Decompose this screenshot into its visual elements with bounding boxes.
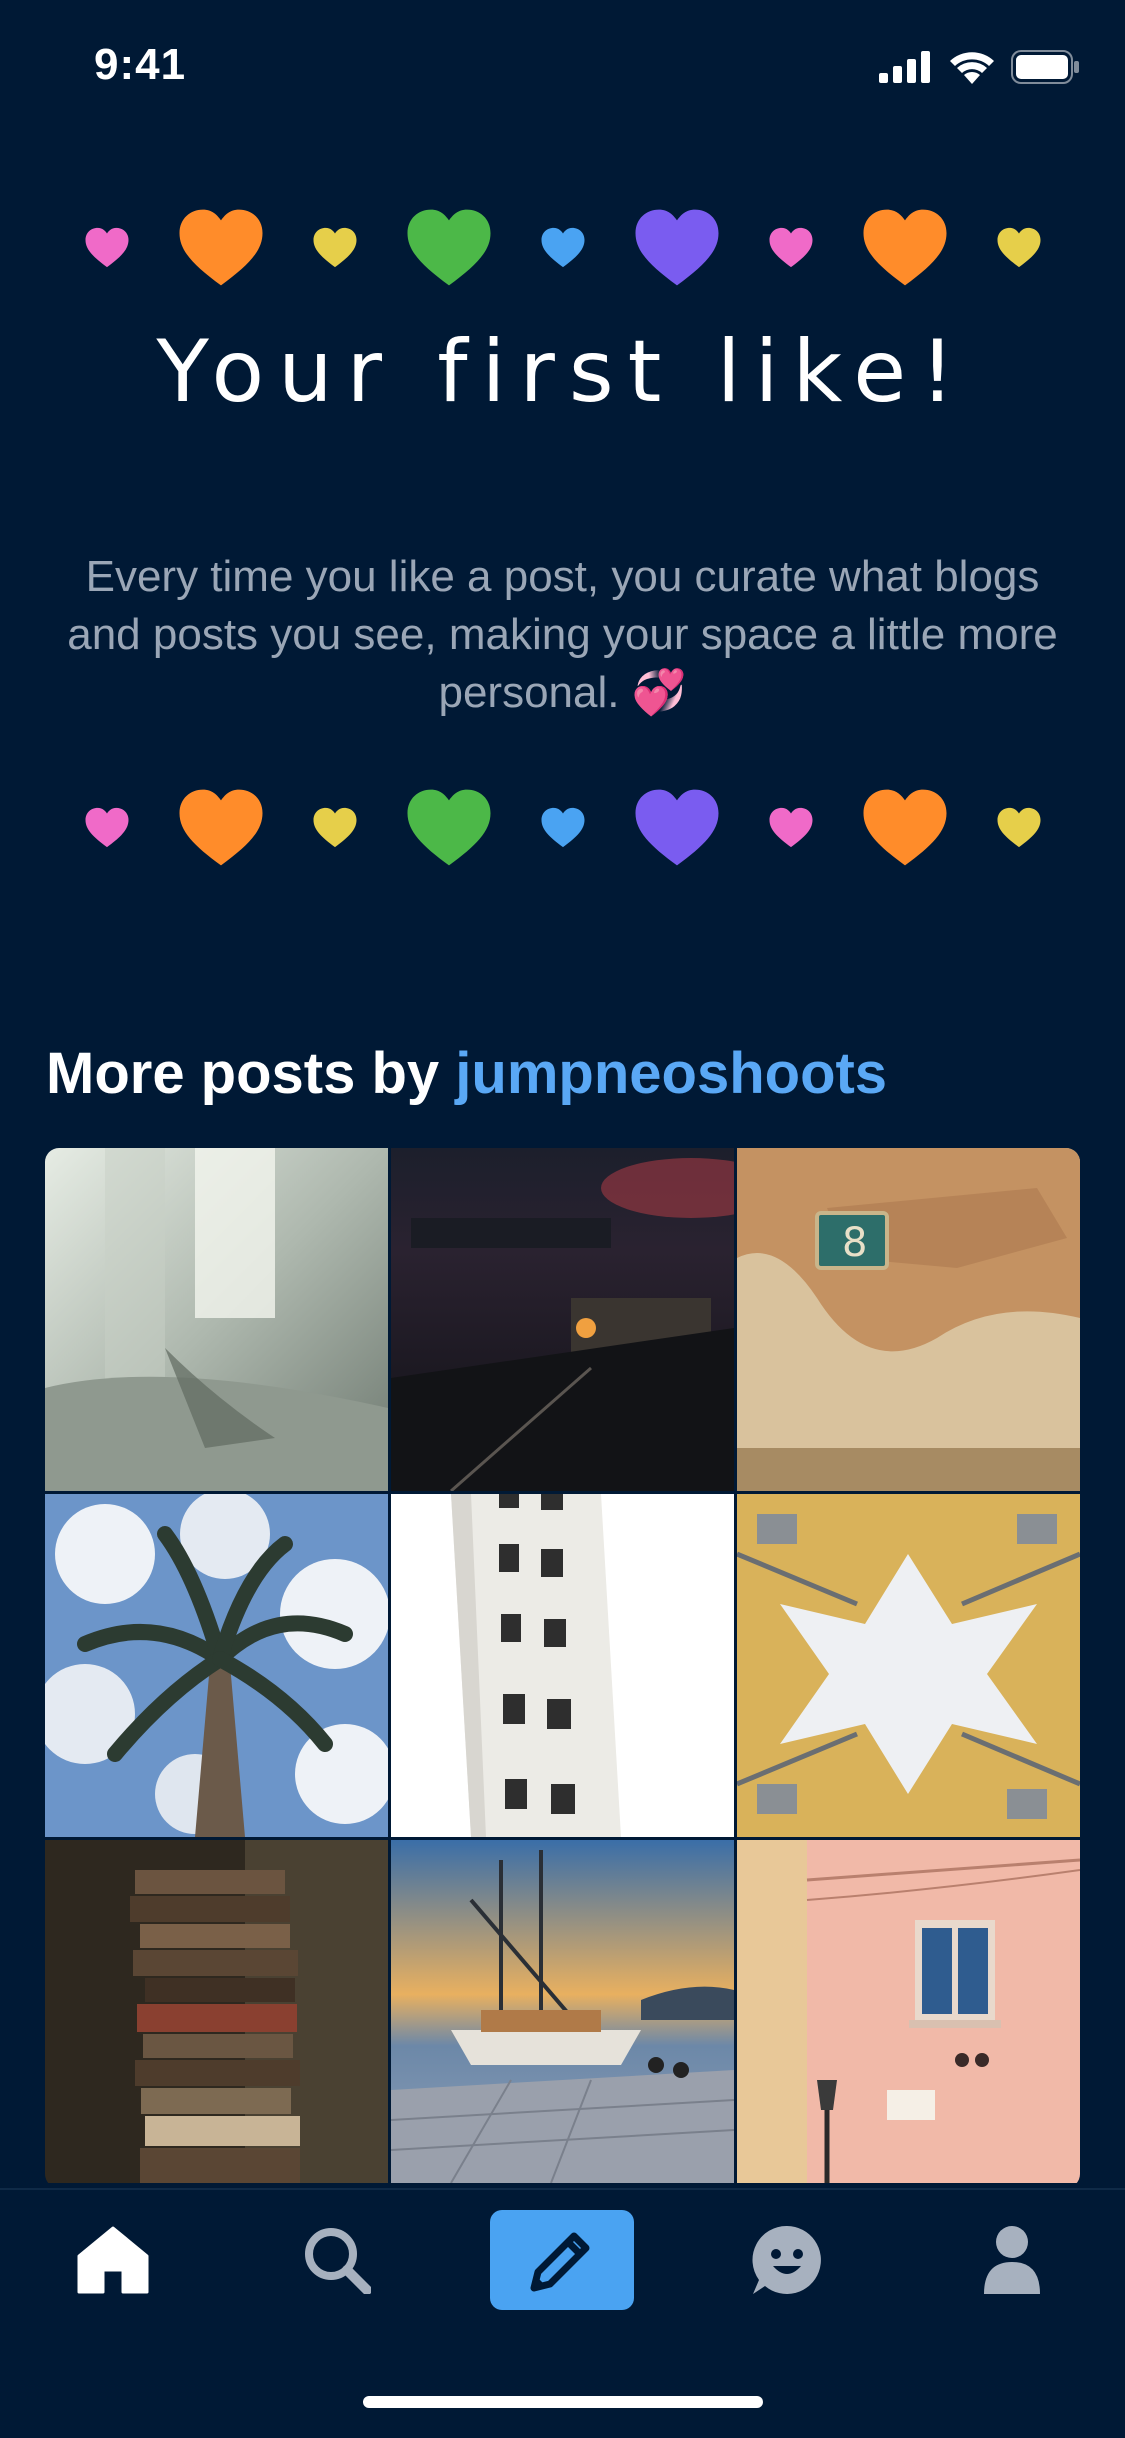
heart-icon	[506, 806, 620, 849]
tab-compose[interactable]	[490, 2210, 634, 2310]
blog-name-link[interactable]: jumpneoshoots	[455, 1041, 887, 1106]
heart-icon	[164, 206, 278, 289]
post-thumbnail-sailboat-harbor[interactable]	[391, 1840, 734, 2183]
tab-home[interactable]	[41, 2210, 185, 2310]
heart-icon	[962, 226, 1076, 269]
heart-icon	[392, 206, 506, 289]
heart-icon	[848, 786, 962, 869]
heart-icon	[278, 806, 392, 849]
status-bar: 9:41	[0, 0, 1125, 132]
heart-icon	[50, 226, 164, 269]
post-thumbnail-pink-wall[interactable]	[737, 1840, 1080, 2183]
tab-account[interactable]	[940, 2210, 1084, 2310]
battery-icon	[1011, 50, 1079, 84]
post-thumbnail-curtain-room[interactable]	[45, 1148, 388, 1491]
post-thumbnail-peeling-wall[interactable]: 8	[737, 1148, 1080, 1491]
svg-text:8: 8	[842, 1220, 867, 1266]
home-icon	[77, 2226, 149, 2294]
heart-icon	[734, 806, 848, 849]
post-thumbnail-cube-houses[interactable]	[737, 1494, 1080, 1837]
cellular-signal-icon	[879, 51, 930, 83]
tab-activity[interactable]	[715, 2210, 859, 2310]
heart-row-top	[0, 206, 1125, 289]
page-title: Your first like!	[156, 322, 969, 422]
heart-icon	[962, 806, 1076, 849]
search-icon	[305, 2228, 371, 2294]
heart-icon	[164, 786, 278, 869]
heart-icon	[278, 226, 392, 269]
face-icon	[752, 2225, 821, 2294]
heart-icon	[620, 206, 734, 289]
status-time: 9:41	[94, 40, 187, 89]
heart-row-bottom	[0, 786, 1125, 869]
person-icon	[984, 2226, 1040, 2294]
page-subtitle: Every time you like a post, you curate w…	[67, 552, 1058, 717]
status-icons	[879, 50, 1081, 84]
wifi-icon	[950, 52, 994, 84]
posts-grid: 8	[45, 1148, 1080, 2188]
post-thumbnail-palm-tree[interactable]	[45, 1494, 388, 1837]
post-thumbnail-book-stack[interactable]	[45, 1840, 388, 2183]
heart-icon	[848, 206, 962, 289]
pencil-icon	[530, 2232, 590, 2292]
heart-icon	[620, 786, 734, 869]
home-indicator	[363, 2396, 763, 2408]
heart-icon	[50, 806, 164, 849]
heart-icon	[734, 226, 848, 269]
tab-search[interactable]	[265, 2210, 409, 2310]
more-posts-heading: More posts by jumpneoshoots	[46, 1040, 887, 1107]
post-thumbnail-night-city[interactable]	[391, 1148, 734, 1491]
heart-icon	[392, 786, 506, 869]
post-thumbnail-white-building[interactable]	[391, 1494, 734, 1837]
heart-icon	[506, 226, 620, 269]
more-posts-prefix: More posts by	[46, 1041, 456, 1106]
